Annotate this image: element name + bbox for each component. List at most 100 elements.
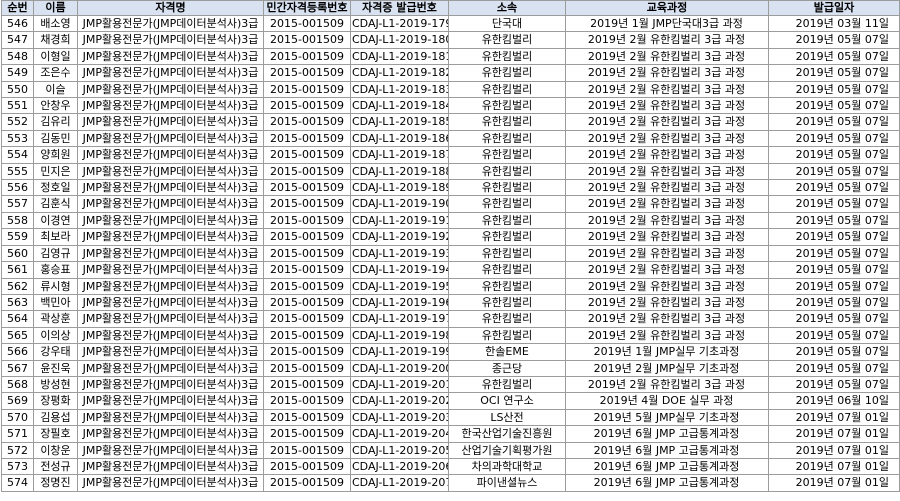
- affiliation-cell[interactable]: 유한킴벌리: [448, 64, 566, 82]
- cert-name-cell[interactable]: JMP활용전문가(JMP데이터분석사)3급: [77, 326, 264, 345]
- course-cell[interactable]: 2019년 5월 JMP실무 기초과정: [565, 408, 769, 427]
- reg-no-cell[interactable]: 2015-001509: [263, 211, 351, 230]
- issue-date-cell[interactable]: 2019년 05월 07일: [768, 343, 900, 361]
- name-cell[interactable]: 백민아: [33, 293, 78, 312]
- issue-date-cell[interactable]: 2019년 05월 07일: [768, 31, 900, 49]
- affiliation-cell[interactable]: 유한킴벌리: [448, 97, 566, 115]
- issue-no-cell[interactable]: CDAJ-L1-2019-182: [350, 64, 449, 82]
- seq-cell[interactable]: 562: [1, 277, 34, 295]
- name-cell[interactable]: 이형일: [33, 47, 78, 66]
- course-cell[interactable]: 2019년 2월 유한킴벌리 3급 과정: [565, 146, 769, 164]
- cert-name-cell[interactable]: JMP활용전문가(JMP데이터분석사)3급: [77, 47, 264, 66]
- cert-name-cell[interactable]: JMP활용전문가(JMP데이터분석사)3급: [77, 129, 264, 148]
- seq-cell[interactable]: 548: [1, 47, 34, 66]
- name-cell[interactable]: 김훈식: [33, 195, 78, 213]
- reg-no-cell[interactable]: 2015-001509: [263, 425, 351, 443]
- cert-name-cell[interactable]: JMP활용전문가(JMP데이터분석사)3급: [77, 162, 264, 181]
- cert-name-cell[interactable]: JMP활용전문가(JMP데이터분석사)3급: [77, 64, 264, 82]
- seq-cell[interactable]: 554: [1, 146, 34, 164]
- name-cell[interactable]: 정명진: [33, 474, 78, 492]
- issue-date-cell[interactable]: 2019년 05월 07일: [768, 244, 900, 263]
- issue-no-cell[interactable]: CDAJ-L1-2019-184: [350, 97, 449, 115]
- course-cell[interactable]: 2019년 2월 유한킴벌리 3급 과정: [565, 277, 769, 295]
- course-cell[interactable]: 2019년 6월 JMP 고급통계과정: [565, 457, 769, 476]
- cert-name-cell[interactable]: JMP활용전문가(JMP데이터분석사)3급: [77, 457, 264, 476]
- name-cell[interactable]: 이의상: [33, 326, 78, 345]
- issue-date-cell[interactable]: 2019년 05월 07일: [768, 162, 900, 181]
- issue-no-cell[interactable]: CDAJ-L1-2019-201: [350, 375, 449, 394]
- reg-no-cell[interactable]: 2015-001509: [263, 64, 351, 82]
- reg-no-cell[interactable]: 2015-001509: [263, 310, 351, 328]
- name-cell[interactable]: 이창운: [33, 441, 78, 459]
- reg-no-cell[interactable]: 2015-001509: [263, 162, 351, 181]
- cert-name-cell[interactable]: JMP활용전문가(JMP데이터분석사)3급: [77, 441, 264, 459]
- issue-date-cell[interactable]: 2019년 07월 01일: [768, 457, 900, 476]
- issue-no-cell[interactable]: CDAJ-L1-2019-199: [350, 343, 449, 361]
- affiliation-cell[interactable]: 유한킴벌리: [448, 47, 566, 66]
- affiliation-cell[interactable]: OCI 연구소: [448, 392, 566, 410]
- issue-no-cell[interactable]: CDAJ-L1-2019-202: [350, 392, 449, 410]
- seq-cell[interactable]: 565: [1, 326, 34, 345]
- name-cell[interactable]: 최보라: [33, 228, 78, 246]
- course-cell[interactable]: 2019년 6월 JMP 고급통계과정: [565, 425, 769, 443]
- issue-no-cell[interactable]: CDAJ-L1-2019-192: [350, 228, 449, 246]
- course-cell[interactable]: 2019년 4월 DOE 실무 과정: [565, 392, 769, 410]
- cert-name-cell[interactable]: JMP활용전문가(JMP데이터분석사)3급: [77, 211, 264, 230]
- affiliation-cell[interactable]: 유한킴벌리: [448, 80, 566, 99]
- affiliation-cell[interactable]: 유한킴벌리: [448, 211, 566, 230]
- issue-date-cell[interactable]: 2019년 07월 01일: [768, 474, 900, 492]
- name-cell[interactable]: 조은수: [33, 64, 78, 82]
- name-cell[interactable]: 류시형: [33, 277, 78, 295]
- seq-cell[interactable]: 564: [1, 310, 34, 328]
- issue-date-cell[interactable]: 2019년 05월 07일: [768, 146, 900, 164]
- issue-no-cell[interactable]: CDAJ-L1-2019-187: [350, 146, 449, 164]
- name-cell[interactable]: 전성규: [33, 457, 78, 476]
- issue-no-cell[interactable]: CDAJ-L1-2019-204: [350, 425, 449, 443]
- reg-no-cell[interactable]: 2015-001509: [263, 359, 351, 377]
- issue-no-cell[interactable]: CDAJ-L1-2019-206: [350, 457, 449, 476]
- course-cell[interactable]: 2019년 2월 유한킴벌리 3급 과정: [565, 64, 769, 82]
- issue-no-cell[interactable]: CDAJ-L1-2019-196: [350, 293, 449, 312]
- issue-no-cell[interactable]: CDAJ-L1-2019-181: [350, 47, 449, 66]
- course-cell[interactable]: 2019년 1월 JMP실무 기초과정: [565, 343, 769, 361]
- issue-date-cell[interactable]: 2019년 07월 01일: [768, 408, 900, 427]
- seq-cell[interactable]: 568: [1, 375, 34, 394]
- issue-no-cell[interactable]: CDAJ-L1-2019-186: [350, 129, 449, 148]
- issue-date-cell[interactable]: 2019년 07월 01일: [768, 425, 900, 443]
- cert-name-cell[interactable]: JMP활용전문가(JMP데이터분석사)3급: [77, 392, 264, 410]
- issue-date-cell[interactable]: 2019년 05월 07일: [768, 310, 900, 328]
- course-cell[interactable]: 2019년 2월 유한킴벌리 3급 과정: [565, 162, 769, 181]
- issue-date-cell[interactable]: 2019년 05월 07일: [768, 261, 900, 279]
- seq-cell[interactable]: 566: [1, 343, 34, 361]
- issue-no-cell[interactable]: CDAJ-L1-2019-198: [350, 326, 449, 345]
- name-cell[interactable]: 장필호: [33, 425, 78, 443]
- issue-date-cell[interactable]: 2019년 05월 07일: [768, 293, 900, 312]
- seq-cell[interactable]: 574: [1, 474, 34, 492]
- name-cell[interactable]: 이경연: [33, 211, 78, 230]
- course-cell[interactable]: 2019년 2월 유한킴벌리 3급 과정: [565, 326, 769, 345]
- seq-cell[interactable]: 547: [1, 31, 34, 49]
- reg-no-cell[interactable]: 2015-001509: [263, 80, 351, 99]
- affiliation-cell[interactable]: 단국대: [448, 14, 566, 33]
- cert-name-cell[interactable]: JMP활용전문가(JMP데이터분석사)3급: [77, 195, 264, 213]
- seq-cell[interactable]: 570: [1, 408, 34, 427]
- issue-date-cell[interactable]: 2019년 05월 07일: [768, 80, 900, 99]
- course-cell[interactable]: 2019년 2월 유한킴벌리 3급 과정: [565, 80, 769, 99]
- course-cell[interactable]: 2019년 2월 유한킴벌리 3급 과정: [565, 244, 769, 263]
- affiliation-cell[interactable]: 유한킴벌리: [448, 31, 566, 49]
- name-cell[interactable]: 배소영: [33, 14, 78, 33]
- affiliation-cell[interactable]: 산업기술기획평가원: [448, 441, 566, 459]
- seq-cell[interactable]: 573: [1, 457, 34, 476]
- reg-no-cell[interactable]: 2015-001509: [263, 129, 351, 148]
- affiliation-cell[interactable]: 유한킴벌리: [448, 129, 566, 148]
- issue-no-cell[interactable]: CDAJ-L1-2019-180: [350, 31, 449, 49]
- name-cell[interactable]: 정호일: [33, 179, 78, 197]
- name-cell[interactable]: 민지은: [33, 162, 78, 181]
- issue-no-cell[interactable]: CDAJ-L1-2019-205: [350, 441, 449, 459]
- issue-date-cell[interactable]: 2019년 05월 07일: [768, 97, 900, 115]
- cert-name-cell[interactable]: JMP활용전문가(JMP데이터분석사)3급: [77, 244, 264, 263]
- cert-name-cell[interactable]: JMP활용전문가(JMP데이터분석사)3급: [77, 359, 264, 377]
- issue-date-cell[interactable]: 2019년 05월 07일: [768, 47, 900, 66]
- reg-no-cell[interactable]: 2015-001509: [263, 228, 351, 246]
- issue-date-cell[interactable]: 2019년 07월 01일: [768, 441, 900, 459]
